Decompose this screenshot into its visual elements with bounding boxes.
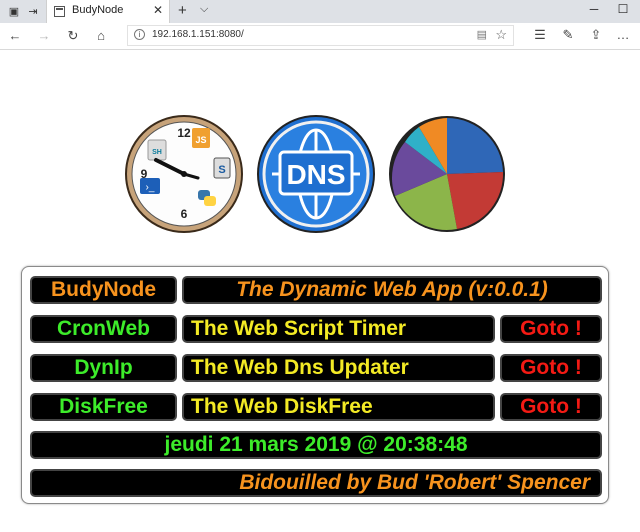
sh-badge-text: SH — [152, 149, 162, 156]
site-info-icon[interactable]: i — [134, 29, 145, 40]
dns-logo-text: DNS — [286, 159, 345, 190]
clock-logo: 12 3 6 9 JS SH S ›_ — [125, 115, 243, 233]
app-tagline: The Dynamic Web App (v:0.0.1) — [182, 276, 602, 304]
cronweb-goto-button[interactable]: Goto ! — [500, 315, 602, 343]
cronweb-description: The Web Script Timer — [182, 315, 495, 343]
clock-number-12: 12 — [177, 126, 191, 140]
browser-tab[interactable]: BudyNode ✕ — [46, 0, 170, 23]
diskfree-goto-button[interactable]: Goto ! — [500, 393, 602, 421]
set-aside-icon[interactable]: ⇥ — [25, 4, 41, 18]
tab-actions-icon[interactable]: ▣ — [6, 4, 22, 18]
favorite-star-icon[interactable]: ☆ — [495, 27, 507, 43]
footer-credit: Bidouilled by Bud 'Robert' Spencer — [30, 469, 602, 497]
new-tab-icon[interactable]: + — [178, 2, 187, 19]
pie-logo — [389, 116, 505, 232]
clock-number-6: 6 — [181, 207, 188, 221]
tab-bar: ▣ ⇥ BudyNode ✕ + ⌵ ─ ☐ — [0, 0, 640, 23]
apps-panel: BudyNode The Dynamic Web App (v:0.0.1) C… — [21, 266, 609, 504]
tab-title: BudyNode — [72, 4, 124, 16]
forward-icon[interactable]: → — [35, 27, 53, 45]
close-icon[interactable]: ✕ — [153, 3, 163, 17]
dynip-goto-button[interactable]: Goto ! — [500, 354, 602, 382]
diskfree-label: DiskFree — [30, 393, 177, 421]
notes-icon[interactable]: ✎ — [559, 27, 577, 43]
diskfree-description: The Web DiskFree — [182, 393, 495, 421]
minimize-icon[interactable]: ─ — [579, 2, 609, 16]
dns-logo: DNS — [257, 115, 375, 233]
hub-icon[interactable]: ☰ — [531, 27, 549, 43]
script-badge-text: S — [218, 164, 225, 176]
dynip-label: DynIp — [30, 354, 177, 382]
url-text[interactable]: 192.168.1.151:8080/ — [152, 29, 244, 40]
refresh-icon[interactable]: ↻ — [64, 27, 82, 45]
share-icon[interactable]: ⇪ — [587, 27, 605, 43]
address-bar[interactable]: i 192.168.1.151:8080/ ▤ ☆ — [127, 25, 514, 46]
tab-dropdown-icon[interactable]: ⌵ — [200, 3, 208, 16]
svg-text:›_: ›_ — [146, 182, 155, 193]
back-icon[interactable]: ← — [6, 27, 24, 45]
cronweb-label: CronWeb — [30, 315, 177, 343]
app-name-label: BudyNode — [30, 276, 177, 304]
dynip-description: The Web Dns Updater — [182, 354, 495, 382]
reading-view-icon[interactable]: ▤ — [477, 28, 487, 41]
datetime-display: jeudi 21 mars 2019 @ 20:38:48 — [30, 431, 602, 459]
maximize-icon[interactable]: ☐ — [608, 2, 638, 16]
navigation-bar: ← → ↻ ⌂ i 192.168.1.151:8080/ ▤ ☆ ☰ ✎ ⇪ … — [0, 23, 640, 50]
more-icon[interactable]: … — [614, 27, 632, 42]
page-favicon-icon — [54, 6, 65, 17]
js-badge-text: JS — [195, 135, 206, 145]
home-icon[interactable]: ⌂ — [92, 27, 110, 45]
